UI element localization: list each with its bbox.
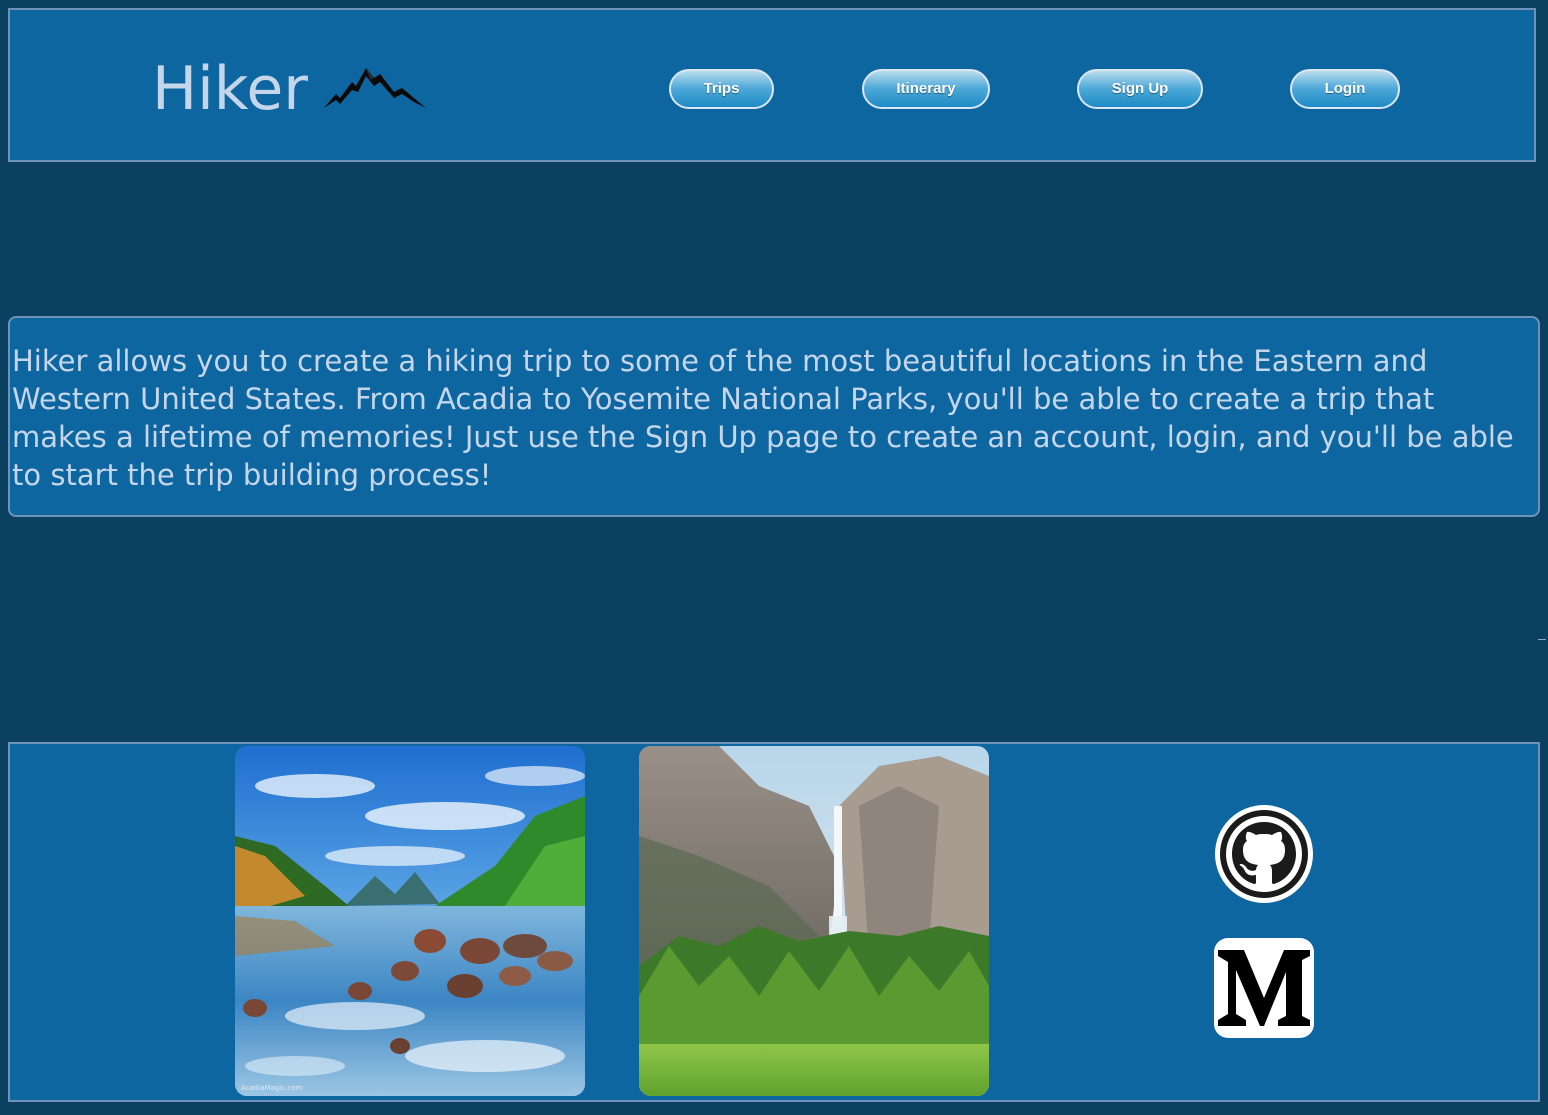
nav-trips-button[interactable]: Trips xyxy=(669,69,774,109)
nav-itinerary-button[interactable]: Itinerary xyxy=(862,69,990,109)
mountain-icon xyxy=(324,68,426,108)
medium-icon[interactable] xyxy=(1214,938,1314,1038)
acadia-lake-photo: AcadiaMagic.com xyxy=(235,746,585,1096)
brand-title[interactable]: Hiker xyxy=(152,54,308,124)
intro-text: Hiker allows you to create a hiking trip… xyxy=(12,344,1514,492)
nav-signup-button[interactable]: Sign Up xyxy=(1077,69,1203,109)
nav-login-button[interactable]: Login xyxy=(1290,69,1400,109)
github-icon[interactable] xyxy=(1214,804,1314,904)
site-header: Hiker Trips Itinerary Sign Up Login xyxy=(8,8,1536,162)
yosemite-falls-photo xyxy=(639,746,989,1096)
intro-panel: Hiker allows you to create a hiking trip… xyxy=(8,316,1540,517)
photo-watermark: AcadiaMagic.com xyxy=(241,1084,302,1092)
edge-marker xyxy=(1538,639,1546,640)
site-footer: AcadiaMagic.com xyxy=(8,742,1540,1102)
